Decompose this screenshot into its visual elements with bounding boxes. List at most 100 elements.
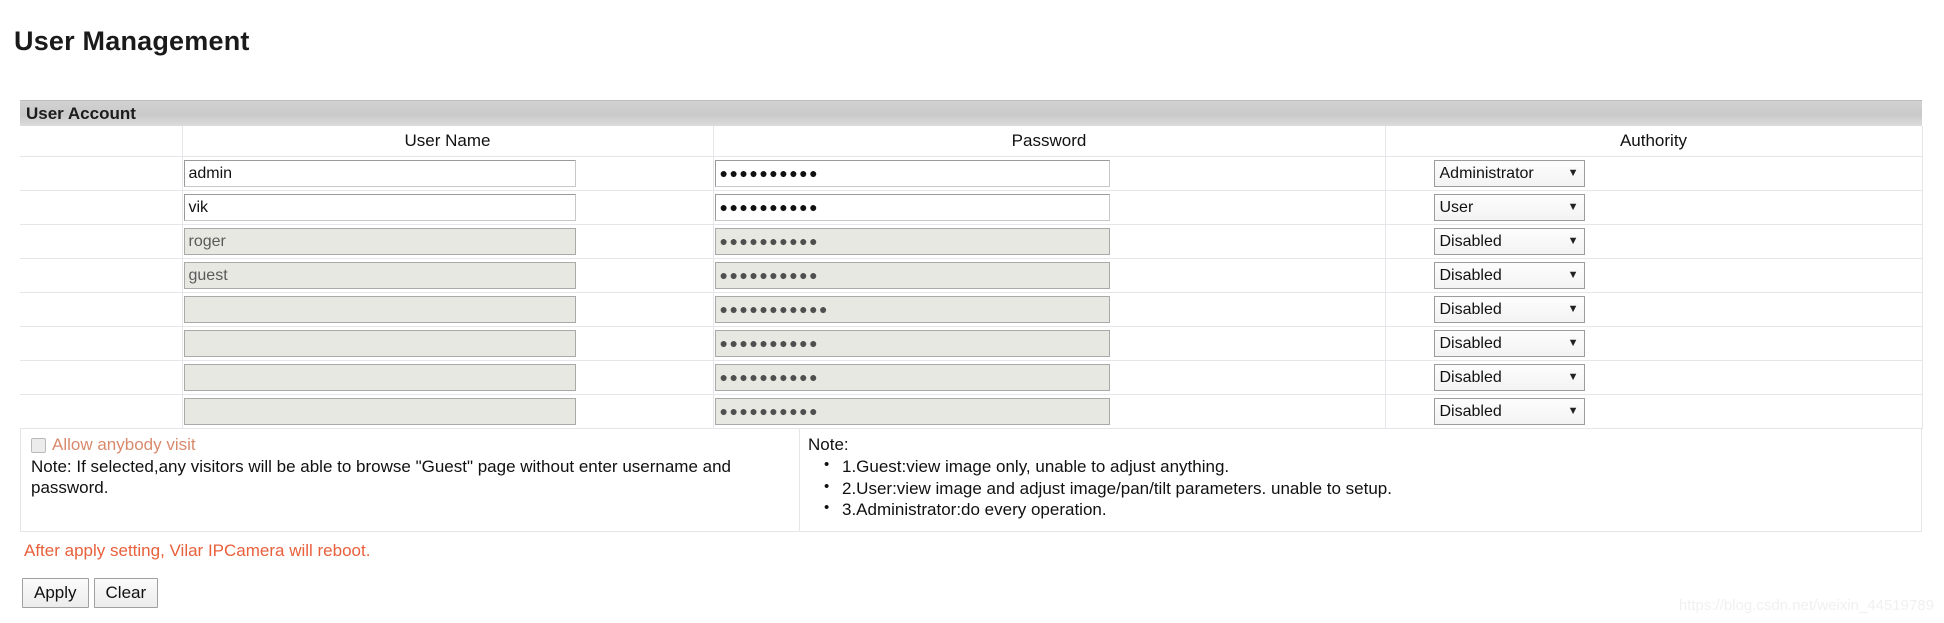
authority-cell: Disabled ▼ xyxy=(1384,224,1923,259)
username-cell: roger xyxy=(181,224,714,259)
password-input[interactable]: ●●●●●●●●●● xyxy=(714,228,1110,255)
allow-visit-section: Allow anybody visit Note: If selected,an… xyxy=(21,429,800,531)
username-cell: vik xyxy=(181,190,714,225)
authority-select-value: Disabled xyxy=(1439,403,1502,420)
password-input[interactable]: ●●●●●●●●●● xyxy=(714,364,1110,391)
chevron-down-icon: ▼ xyxy=(1567,303,1579,315)
section-title: User Account xyxy=(26,103,136,123)
row-spacer-cell xyxy=(20,190,183,225)
table-row: ●●●●●●●●●● Disabled ▼ xyxy=(20,360,1923,395)
authority-select-value: Disabled xyxy=(1439,301,1502,318)
password-cell: ●●●●●●●●●● xyxy=(712,224,1386,259)
password-cell: ●●●●●●●●●● xyxy=(712,360,1386,395)
note-item: 2.User:view image and adjust image/pan/t… xyxy=(824,477,1913,500)
allow-visit-row[interactable]: Allow anybody visit xyxy=(31,435,791,455)
table-row: guest ●●●●●●●●●● Disabled ▼ xyxy=(20,258,1923,293)
username-input[interactable]: guest xyxy=(183,262,576,289)
chevron-down-icon: ▼ xyxy=(1567,167,1579,179)
authority-select[interactable]: Disabled ▼ xyxy=(1433,262,1585,289)
column-header-blank xyxy=(20,126,183,157)
table-header-row: User Name Password Authority xyxy=(20,126,1923,157)
username-input[interactable] xyxy=(183,364,576,391)
username-cell xyxy=(181,326,714,361)
password-cell: ●●●●●●●●●● xyxy=(712,258,1386,293)
password-mask: ●●●●●●●●●● xyxy=(719,233,820,249)
password-input[interactable]: ●●●●●●●●●● xyxy=(714,398,1110,425)
password-input[interactable]: ●●●●●●●●●●● xyxy=(714,296,1110,323)
username-input[interactable] xyxy=(183,296,576,323)
row-spacer-cell xyxy=(20,224,183,259)
table-row: ●●●●●●●●●● Disabled ▼ xyxy=(20,326,1923,361)
chevron-down-icon: ▼ xyxy=(1567,269,1579,281)
action-button-row: Apply Clear xyxy=(22,578,159,608)
password-cell: ●●●●●●●●●● xyxy=(712,156,1386,191)
password-mask: ●●●●●●●●●● xyxy=(719,369,820,385)
section-header-bar: User Account xyxy=(20,100,1922,126)
password-cell: ●●●●●●●●●●● xyxy=(712,292,1386,327)
chevron-down-icon: ▼ xyxy=(1567,201,1579,213)
note-item: 1.Guest:view image only, unable to adjus… xyxy=(824,455,1913,478)
page-title: User Management xyxy=(14,26,250,56)
password-mask: ●●●●●●●●●● xyxy=(719,267,820,283)
username-input[interactable]: roger xyxy=(183,228,576,255)
authority-select-value: Administrator xyxy=(1439,165,1534,182)
authority-select[interactable]: User ▼ xyxy=(1433,194,1585,221)
row-spacer-cell xyxy=(20,360,183,395)
username-cell xyxy=(181,360,714,395)
allow-visit-note: Note: If selected,any visitors will be a… xyxy=(31,457,731,497)
authority-select[interactable]: Disabled ▼ xyxy=(1433,398,1585,425)
password-mask: ●●●●●●●●●● xyxy=(719,335,820,351)
row-spacer-cell xyxy=(20,394,183,429)
password-mask: ●●●●●●●●●● xyxy=(719,403,820,419)
column-header-password: Password xyxy=(712,126,1386,157)
chevron-down-icon: ▼ xyxy=(1567,405,1579,417)
password-mask: ●●●●●●●●●● xyxy=(719,199,820,215)
password-mask: ●●●●●●●●●● xyxy=(719,165,820,181)
allow-anybody-visit-label: Allow anybody visit xyxy=(52,435,196,454)
authority-select[interactable]: Disabled ▼ xyxy=(1433,330,1585,357)
column-header-username: User Name xyxy=(181,126,714,157)
username-input[interactable]: admin xyxy=(183,160,576,187)
user-account-table: User Name Password Authority admin ●●●●●●… xyxy=(20,126,1923,429)
authority-cell: Disabled ▼ xyxy=(1384,394,1923,429)
reboot-notice: After apply setting, Vilar IPCamera will… xyxy=(24,541,371,560)
authority-select[interactable]: Disabled ▼ xyxy=(1433,228,1585,255)
clear-button[interactable]: Clear xyxy=(93,578,159,608)
watermark: https://blog.csdn.net/weixin_44519789 xyxy=(1678,597,1934,614)
table-row: admin ●●●●●●●●●● Administrator ▼ xyxy=(20,156,1923,191)
authority-notes-section: Note: 1.Guest:view image only, unable to… xyxy=(800,429,1921,531)
username-input[interactable] xyxy=(183,330,576,357)
authority-select[interactable]: Disabled ▼ xyxy=(1433,296,1585,323)
username-input[interactable]: vik xyxy=(183,194,576,221)
authority-cell: User ▼ xyxy=(1384,190,1923,225)
authority-select-value: Disabled xyxy=(1439,369,1502,386)
username-cell: admin xyxy=(181,156,714,191)
row-spacer-cell xyxy=(20,292,183,327)
password-input[interactable]: ●●●●●●●●●● xyxy=(714,194,1110,221)
username-cell xyxy=(181,394,714,429)
password-input[interactable]: ●●●●●●●●●● xyxy=(714,262,1110,289)
authority-cell: Disabled ▼ xyxy=(1384,326,1923,361)
authority-select-value: User xyxy=(1439,199,1474,216)
password-cell: ●●●●●●●●●● xyxy=(712,394,1386,429)
apply-button[interactable]: Apply xyxy=(22,578,89,608)
password-input[interactable]: ●●●●●●●●●● xyxy=(714,330,1110,357)
row-spacer-cell xyxy=(20,156,183,191)
authority-cell: Disabled ▼ xyxy=(1384,258,1923,293)
authority-cell: Disabled ▼ xyxy=(1384,292,1923,327)
allow-anybody-visit-checkbox[interactable] xyxy=(31,437,46,453)
username-cell: guest xyxy=(181,258,714,293)
password-input[interactable]: ●●●●●●●●●● xyxy=(714,160,1110,187)
notes-heading: Note: xyxy=(808,435,849,454)
authority-cell: Disabled ▼ xyxy=(1384,360,1923,395)
username-input[interactable] xyxy=(183,398,576,425)
password-cell: ●●●●●●●●●● xyxy=(712,326,1386,361)
password-cell: ●●●●●●●●●● xyxy=(712,190,1386,225)
authority-select[interactable]: Disabled ▼ xyxy=(1433,364,1585,391)
notes-list: 1.Guest:view image only, unable to adjus… xyxy=(808,455,1913,521)
authority-select-value: Disabled xyxy=(1439,233,1502,250)
chevron-down-icon: ▼ xyxy=(1567,235,1579,247)
authority-cell: Administrator ▼ xyxy=(1384,156,1923,191)
authority-select-value: Disabled xyxy=(1439,267,1502,284)
authority-select[interactable]: Administrator ▼ xyxy=(1433,160,1585,187)
